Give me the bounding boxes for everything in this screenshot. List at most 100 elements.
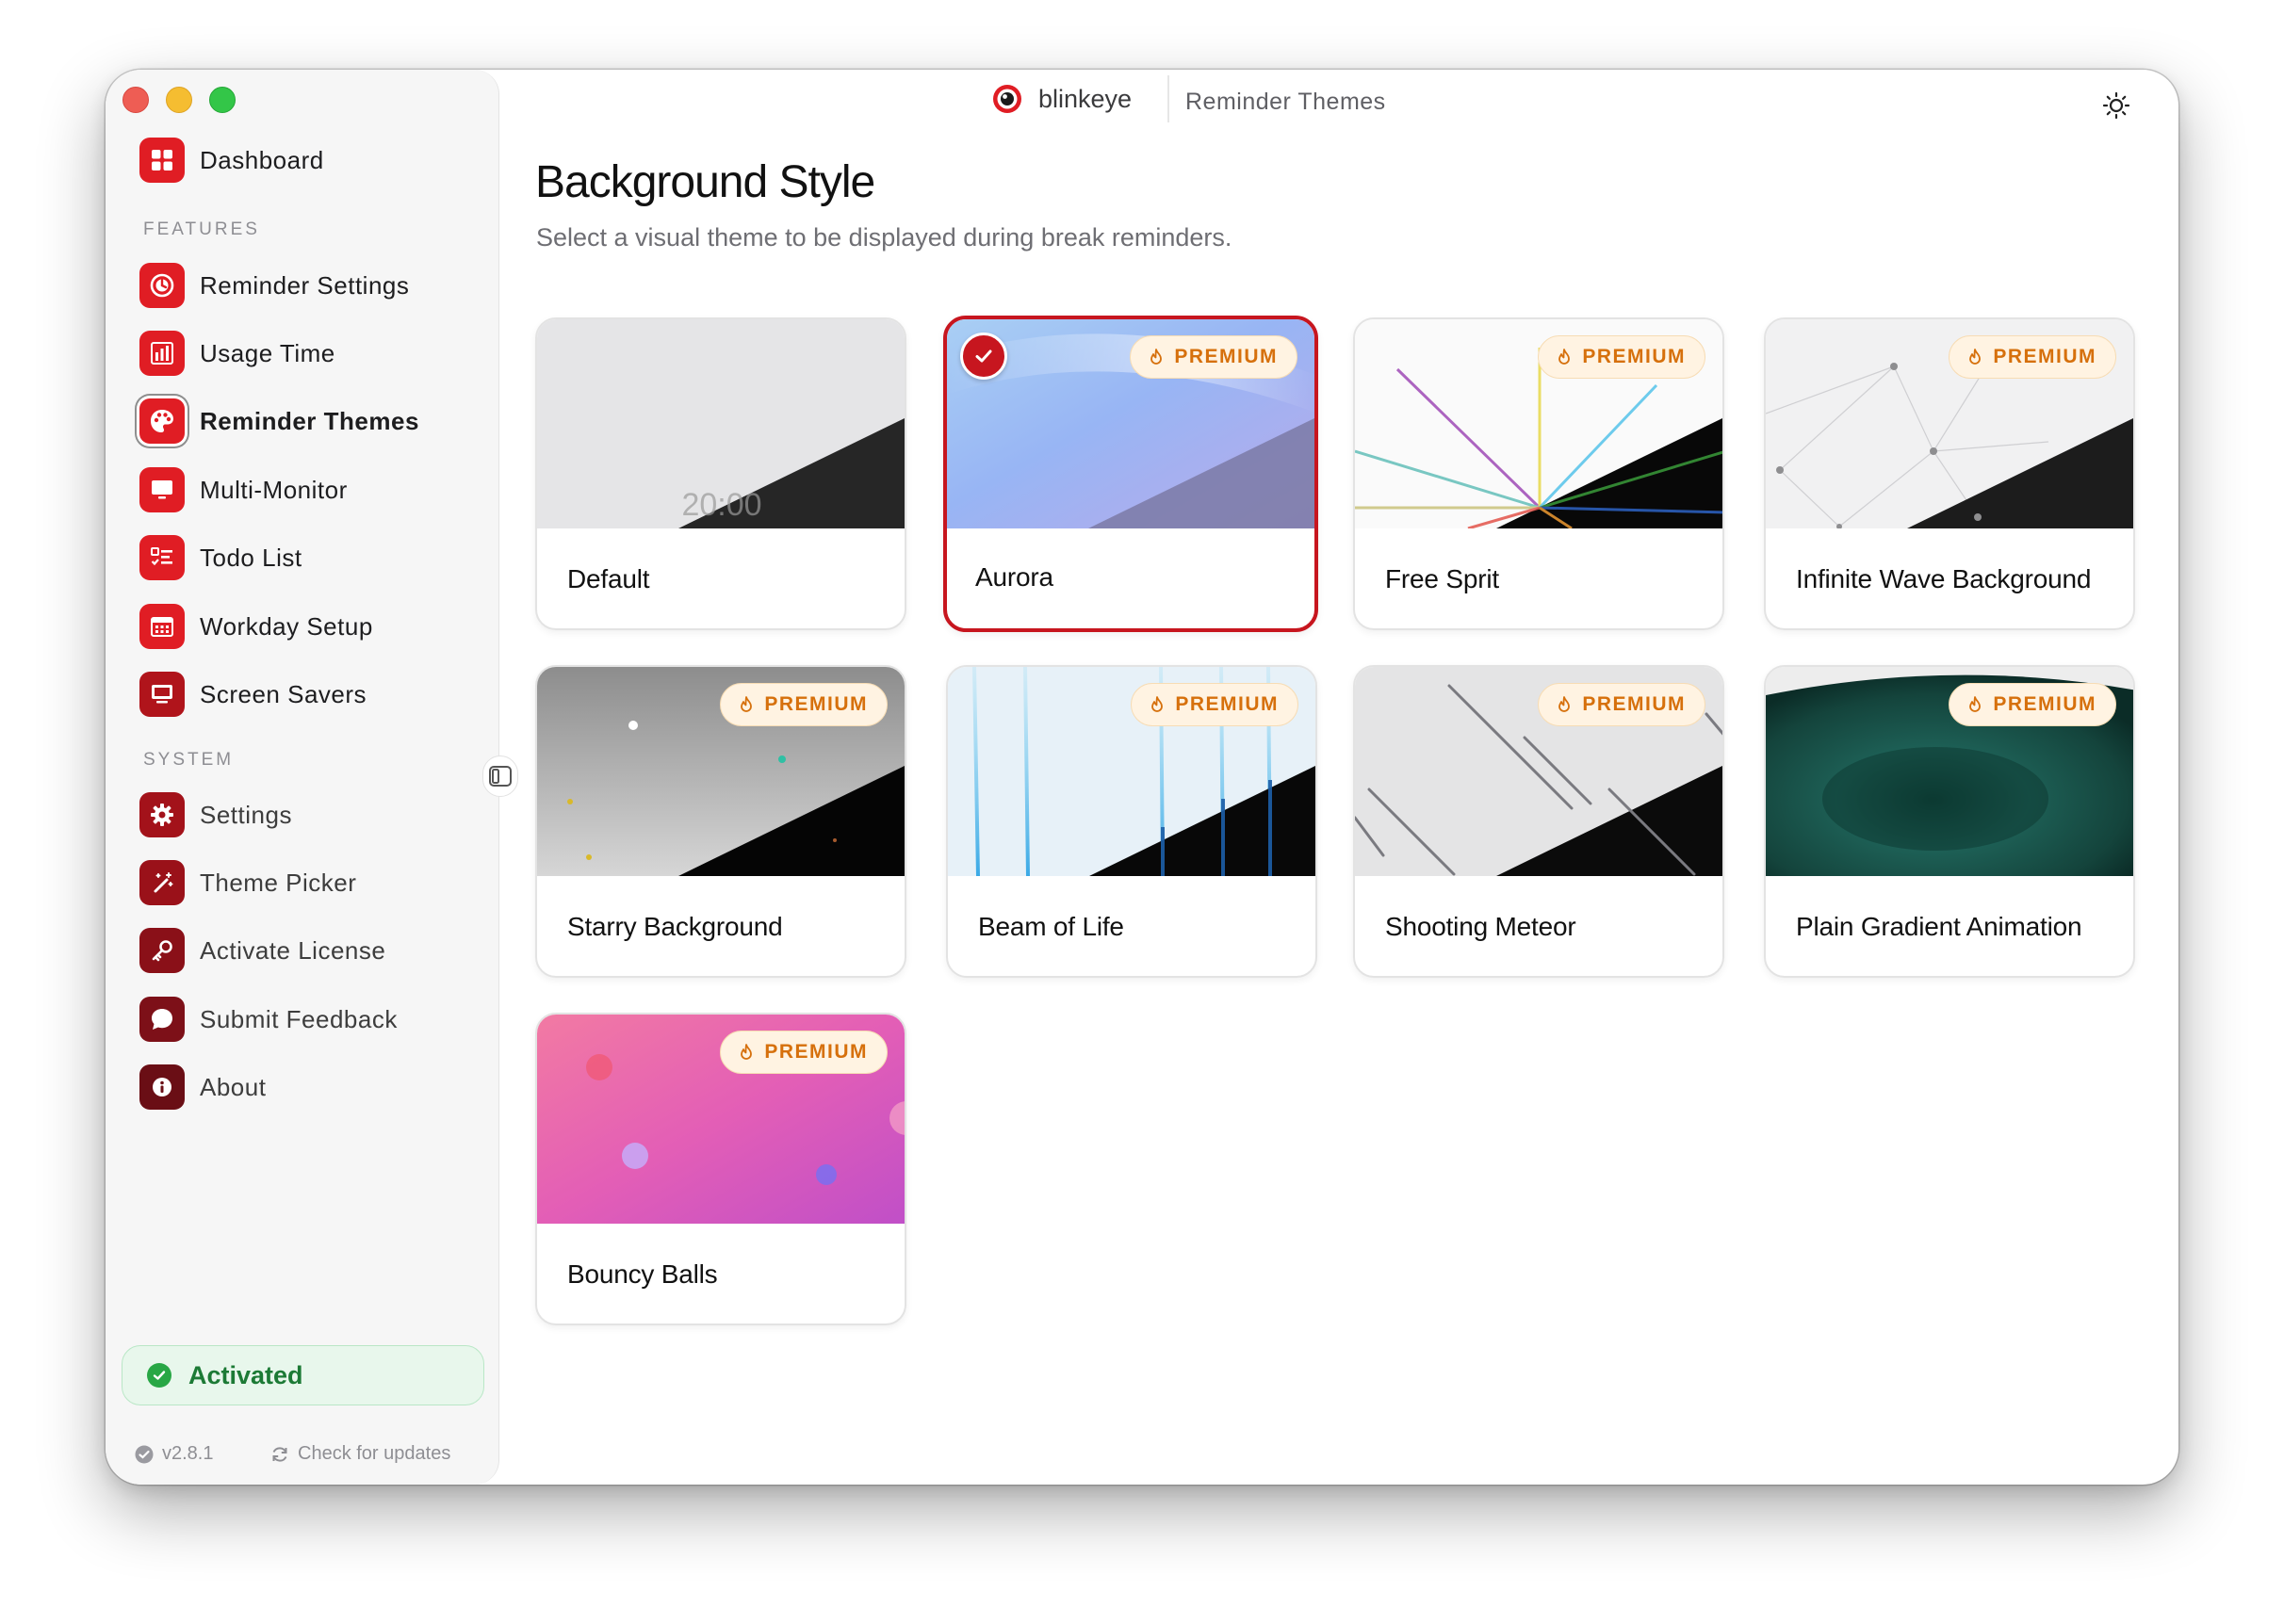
theme-name: Free Sprit bbox=[1385, 564, 1499, 593]
selected-check-icon bbox=[960, 333, 1007, 380]
sidebar-item-label: Usage Time bbox=[200, 338, 335, 367]
sidebar: Dashboard FEATURES Reminder Settings Usa… bbox=[106, 70, 499, 1485]
premium-badge: PREMIUM bbox=[720, 683, 888, 726]
check-updates-link[interactable]: Check for updates bbox=[269, 1443, 450, 1465]
theme-preview: 20:00 bbox=[537, 319, 905, 528]
sidebar-toggle-icon bbox=[489, 766, 512, 787]
premium-badge: PREMIUM bbox=[1538, 335, 1705, 379]
preview-clock-text: 20:00 bbox=[681, 487, 761, 523]
theme-name: Infinite Wave Background bbox=[1796, 564, 2092, 593]
theme-name: Starry Background bbox=[567, 912, 783, 941]
flame-icon bbox=[1151, 696, 1164, 712]
flame-icon bbox=[1150, 349, 1163, 365]
sidebar-item-label: Reminder Settings bbox=[200, 270, 410, 300]
premium-badge: PREMIUM bbox=[1949, 683, 2116, 726]
sidebar-item-todo-list[interactable]: Todo List bbox=[139, 530, 302, 585]
flame-icon bbox=[741, 696, 753, 712]
bar-chart-icon bbox=[139, 331, 185, 376]
calendar-icon bbox=[139, 604, 185, 649]
sidebar-item-screen-savers[interactable]: Screen Savers bbox=[139, 667, 367, 722]
theme-name: Beam of Life bbox=[978, 912, 1124, 941]
chat-bubble-icon bbox=[139, 997, 185, 1042]
version-info: v2.8.1 bbox=[134, 1443, 213, 1465]
sidebar-item-multi-monitor[interactable]: Multi-Monitor bbox=[139, 463, 348, 517]
theme-card-beam-of-life[interactable]: PREMIUM Beam of Life bbox=[946, 665, 1317, 978]
blinkeye-logo-icon bbox=[993, 85, 1021, 113]
page-title: Background Style bbox=[535, 157, 875, 207]
sidebar-item-usage-time[interactable]: Usage Time bbox=[139, 326, 335, 381]
sidebar-item-label: Theme Picker bbox=[200, 868, 357, 897]
sidebar-item-reminder-themes[interactable]: Reminder Themes bbox=[139, 394, 419, 448]
theme-card-plain-gradient[interactable]: PREMIUM Plain Gradient Animation bbox=[1764, 665, 2135, 978]
flame-icon bbox=[1558, 696, 1571, 712]
premium-badge: PREMIUM bbox=[1949, 335, 2116, 379]
close-window-button[interactable] bbox=[122, 87, 149, 113]
dashboard-icon bbox=[139, 138, 185, 183]
theme-card-bouncy-balls[interactable]: PREMIUM Bouncy Balls bbox=[535, 1013, 906, 1325]
sidebar-item-workday-setup[interactable]: Workday Setup bbox=[139, 599, 373, 654]
license-status-text: Activated bbox=[188, 1360, 303, 1389]
title-divider bbox=[1167, 75, 1169, 122]
sidebar-item-label: Workday Setup bbox=[200, 611, 373, 641]
window-controls bbox=[122, 87, 236, 113]
app-name: blinkeye bbox=[1038, 84, 1133, 113]
premium-label: PREMIUM bbox=[764, 693, 868, 715]
premium-badge: PREMIUM bbox=[1131, 683, 1298, 726]
theme-toggle-button[interactable] bbox=[2101, 90, 2131, 125]
minimize-window-button[interactable] bbox=[166, 87, 192, 113]
flame-icon bbox=[1969, 696, 1982, 712]
theme-card-default[interactable]: 20:00 Default bbox=[535, 317, 906, 630]
zoom-window-button[interactable] bbox=[209, 87, 236, 113]
sidebar-item-label: Activate License bbox=[200, 935, 386, 965]
monitor-icon bbox=[139, 467, 185, 512]
app-window: Dashboard FEATURES Reminder Settings Usa… bbox=[106, 70, 2178, 1485]
section-label-features: FEATURES bbox=[143, 219, 260, 239]
sidebar-item-theme-picker[interactable]: Theme Picker bbox=[139, 855, 356, 910]
section-label-system: SYSTEM bbox=[143, 750, 235, 770]
premium-badge: PREMIUM bbox=[1130, 335, 1297, 379]
sidebar-item-label: Multi-Monitor bbox=[200, 475, 348, 504]
sidebar-item-activate-license[interactable]: Activate License bbox=[139, 923, 385, 978]
sidebar-item-label: Reminder Themes bbox=[200, 406, 419, 435]
theme-name: Shooting Meteor bbox=[1385, 912, 1576, 941]
sidebar-item-label: Screen Savers bbox=[200, 679, 367, 708]
check-circle-icon bbox=[147, 1363, 171, 1388]
sidebar-item-label: About bbox=[200, 1072, 267, 1101]
premium-badge: PREMIUM bbox=[1538, 683, 1705, 726]
premium-badge: PREMIUM bbox=[720, 1031, 888, 1074]
sidebar-item-reminder-settings[interactable]: Reminder Settings bbox=[139, 258, 409, 313]
sidebar-item-label: Todo List bbox=[200, 543, 302, 572]
toggle-sidebar-button[interactable] bbox=[482, 755, 518, 797]
theme-name: Aurora bbox=[975, 562, 1053, 592]
screen-icon bbox=[139, 672, 185, 717]
theme-card-shooting-meteor[interactable]: PREMIUM Shooting Meteor bbox=[1353, 665, 1724, 978]
key-icon bbox=[139, 928, 185, 973]
theme-card-aurora[interactable]: PREMIUM Aurora bbox=[943, 316, 1318, 632]
gear-icon bbox=[139, 792, 185, 837]
premium-label: PREMIUM bbox=[1993, 693, 2096, 715]
theme-card-infinite-wave[interactable]: PREMIUM Infinite Wave Background bbox=[1764, 317, 2135, 630]
flame-icon bbox=[1969, 349, 1982, 365]
sidebar-item-about[interactable]: About bbox=[139, 1060, 266, 1114]
sidebar-item-submit-feedback[interactable]: Submit Feedback bbox=[139, 992, 398, 1047]
premium-label: PREMIUM bbox=[1582, 693, 1686, 715]
license-status-badge: Activated bbox=[122, 1345, 484, 1405]
check-updates-text: Check for updates bbox=[298, 1443, 451, 1464]
sidebar-item-label: Settings bbox=[200, 800, 292, 829]
sidebar-item-settings[interactable]: Settings bbox=[139, 788, 292, 842]
flame-icon bbox=[741, 1044, 753, 1060]
theme-card-free-sprit[interactable]: PREMIUM Free Sprit bbox=[1353, 317, 1724, 630]
sidebar-item-dashboard[interactable]: Dashboard bbox=[139, 133, 324, 187]
verified-icon bbox=[135, 1445, 154, 1463]
page-subtitle: Select a visual theme to be displayed du… bbox=[536, 223, 1232, 252]
version-text: v2.8.1 bbox=[162, 1443, 214, 1464]
premium-label: PREMIUM bbox=[1582, 346, 1686, 367]
checklist-icon bbox=[139, 535, 185, 580]
timer-icon bbox=[139, 263, 185, 308]
sun-icon bbox=[2102, 91, 2130, 120]
theme-card-starry[interactable]: PREMIUM Starry Background bbox=[535, 665, 906, 978]
theme-name: Default bbox=[567, 564, 650, 593]
page-breadcrumb: Reminder Themes bbox=[1185, 89, 1386, 115]
refresh-icon bbox=[272, 1446, 287, 1462]
premium-label: PREMIUM bbox=[764, 1041, 868, 1063]
